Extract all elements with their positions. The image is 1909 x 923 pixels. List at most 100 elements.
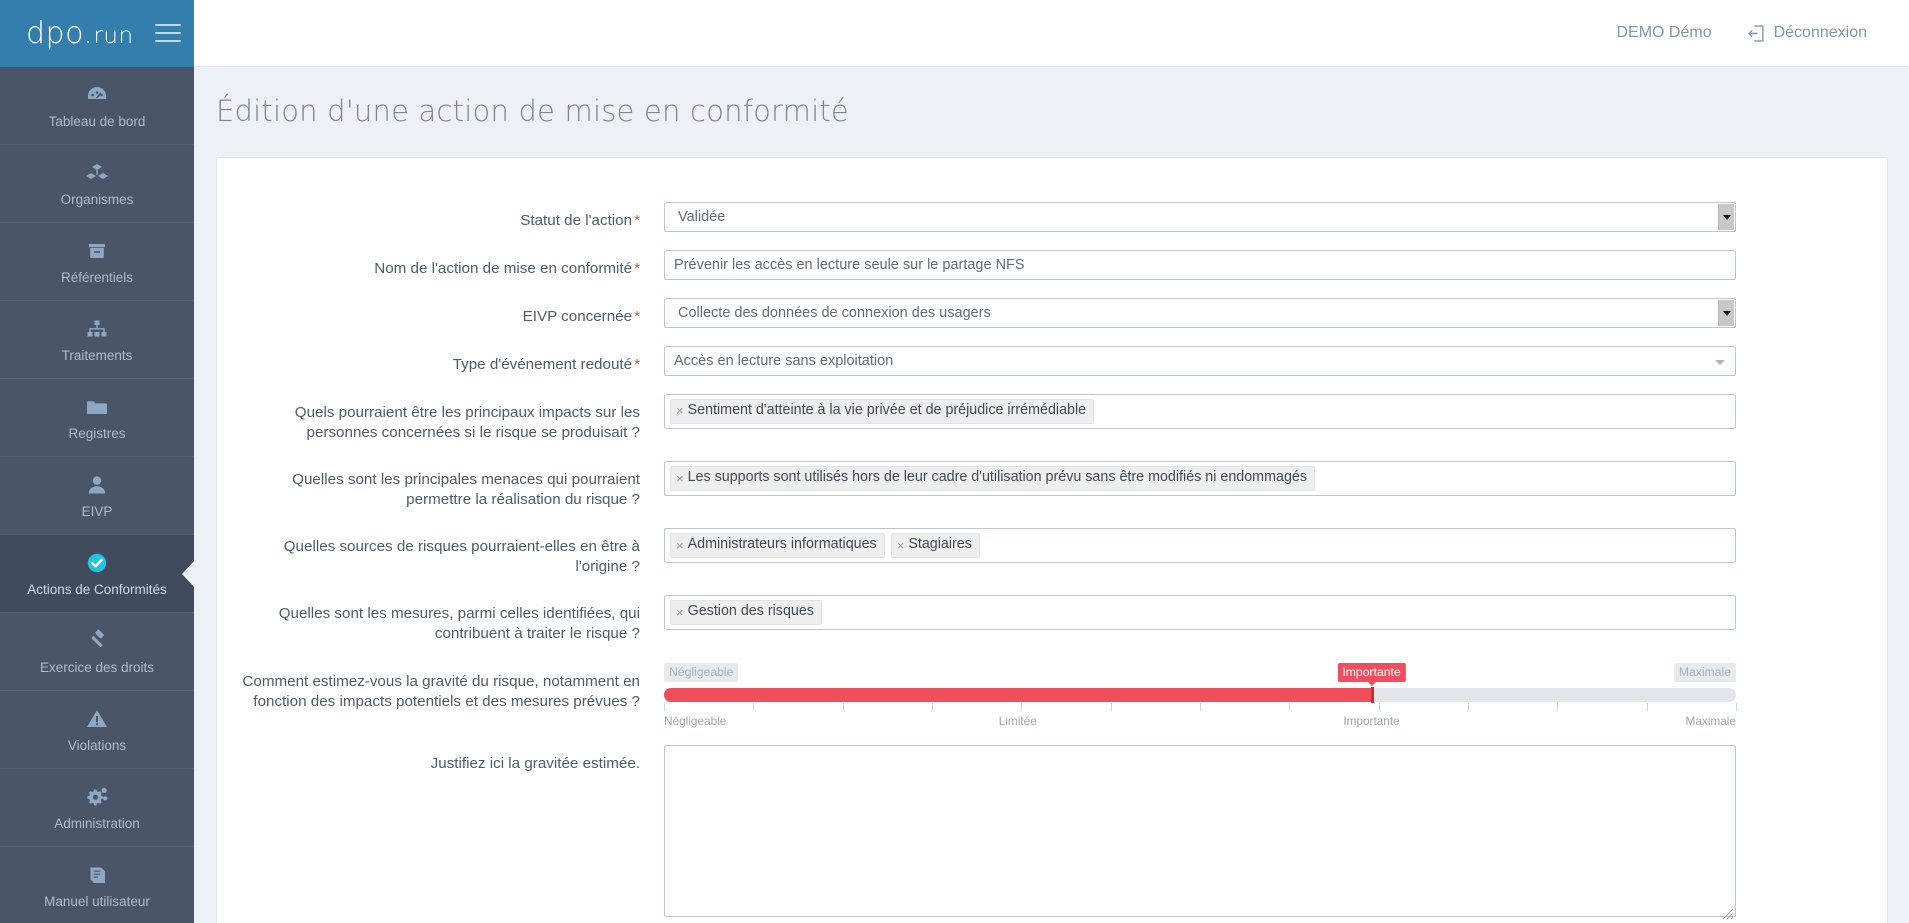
slider-tick <box>1378 702 1380 711</box>
sidebar-item-label: Tableau de bord <box>48 113 146 129</box>
app-root: dpo.run DEMO Démo Déconnexion Tableau de… <box>0 0 1909 923</box>
chip-remove-icon[interactable]: × <box>676 539 684 552</box>
chip[interactable]: × Gestion des risques <box>670 600 822 626</box>
slider-tick <box>1200 702 1201 711</box>
severity-slider-handle[interactable] <box>1370 686 1374 703</box>
form-row-measures: Quelles sont les mesures, parmi celles i… <box>239 595 1841 644</box>
top-bar: DEMO Démo Déconnexion <box>194 0 1909 67</box>
logout-icon <box>1747 24 1764 42</box>
slider-tick <box>1110 702 1112 711</box>
sidebar-item-violations[interactable]: Violations <box>0 691 194 769</box>
sidebar-nav: Tableau de bord Organismes Référentiels Tra… <box>0 67 194 923</box>
justification-textarea[interactable] <box>664 744 1736 917</box>
chevron-down-icon[interactable] <box>1718 204 1734 230</box>
threats-multiselect[interactable]: × Les supports sont utilisés hors de leur… <box>664 461 1736 496</box>
chip-remove-icon[interactable]: × <box>676 404 684 417</box>
dashboard-gauge-icon <box>84 82 110 108</box>
eivp-select[interactable]: Collecte des données de connexion des us… <box>664 298 1736 328</box>
label-threats: Quelles sont les principales menaces qui… <box>292 471 640 509</box>
logout-button[interactable]: Déconnexion <box>1747 24 1867 42</box>
sidebar-item-label: Référentiels <box>60 269 134 285</box>
severity-bound-tooltip: Maximale <box>1673 662 1736 682</box>
label-sources: Quelles sources de risques pourraient-el… <box>283 538 640 576</box>
chip[interactable]: × Les supports sont utilisés hors de leur… <box>670 466 1316 491</box>
label-justification: Justifiez ici la gravitée estimée. <box>430 754 640 772</box>
sidebar-item-r-f-rentiels[interactable]: Référentiels <box>0 223 194 301</box>
form-card: Statut de l'action * Validée Nom de l'act… <box>216 157 1888 923</box>
severity-slider-scale: Négligeable Limitée Importante Maximale <box>664 714 1736 730</box>
hamburger-bar <box>155 24 181 26</box>
action-name-input[interactable] <box>664 250 1736 280</box>
severity-slider[interactable]: Négligeable Importante Maximale Négligeabl… <box>664 662 1737 730</box>
sidebar-item-label: Manuel utilisateur <box>44 893 150 909</box>
sidebar-item-label: Exercice des droits <box>39 659 155 675</box>
sidebar-item-registres[interactable]: Registres <box>0 379 194 457</box>
active-indicator-arrow <box>182 559 194 588</box>
label-severity: Comment estimez-vous la gravité du risqu… <box>242 672 640 710</box>
severity-slider-track[interactable] <box>664 686 1736 703</box>
chip[interactable]: × Administrateurs informatiques <box>670 533 885 559</box>
sidebar-item-traitements[interactable]: Traitements <box>0 301 194 379</box>
measures-multiselect[interactable]: × Gestion des risques <box>664 595 1736 631</box>
check-circle-icon <box>84 550 110 576</box>
page-title: Édition d'une action de mise en conformi… <box>216 94 849 128</box>
event-type-select[interactable]: Accès en lecture sans exploitation <box>664 346 1736 376</box>
sidebar-item-exercice-des-droits[interactable]: Exercice des droits <box>0 613 194 691</box>
label-impacts: Quels pourraient être les principaux imp… <box>294 404 640 442</box>
required-marker: * <box>634 308 640 325</box>
form-row-name: Nom de l'action de mise en conformité * <box>239 250 1841 280</box>
archive-box-icon <box>84 238 110 264</box>
chevron-down-icon[interactable] <box>1715 360 1725 365</box>
impacts-multiselect[interactable]: × Sentiment d'atteinte à la vie privée et… <box>664 394 1736 429</box>
chip-remove-icon[interactable]: × <box>897 539 905 552</box>
hamburger-icon[interactable] <box>155 20 183 46</box>
chevron-down-icon[interactable] <box>1718 300 1734 326</box>
label-measures: Quelles sont les mesures, parmi celles i… <box>278 605 640 643</box>
main-content: Édition d'une action de mise en conformi… <box>194 67 1909 923</box>
sidebar-item-organismes[interactable]: Organismes <box>0 145 194 223</box>
sidebar-item-tableau-de-bord[interactable]: Tableau de bord <box>0 67 194 145</box>
slider-tick <box>753 702 755 711</box>
gears-icon <box>84 784 110 810</box>
severity-current-tooltip: Importante <box>1337 662 1406 682</box>
sidebar-item-label: Violations <box>67 737 127 753</box>
label-eivp-text: EIVP concernée <box>522 308 633 325</box>
sidebar-item-manuel-utilisateur[interactable]: Manuel utilisateur <box>0 847 194 923</box>
sidebar-item-eivp[interactable]: EIVP <box>0 457 194 535</box>
sidebar-item-label: EIVP <box>81 503 113 519</box>
chip-remove-icon[interactable]: × <box>676 472 684 485</box>
slider-tick <box>664 702 665 711</box>
slider-scale-label: Négligeable <box>664 713 727 728</box>
brand-suffix: run <box>93 23 134 49</box>
chip[interactable]: × Sentiment d'atteinte à la vie privée et… <box>670 399 1095 424</box>
sidebar-item-administration[interactable]: Administration <box>0 769 194 847</box>
hamburger-bar <box>155 32 181 34</box>
sources-multiselect[interactable]: × Administrateurs informatiques × Stagiaire… <box>664 528 1736 564</box>
form-row-threats: Quelles sont les principales menaces qui… <box>239 461 1841 510</box>
sidebar-item-label: Traitements <box>61 347 133 363</box>
severity-slider-ticks <box>664 702 1737 712</box>
chip-remove-icon[interactable]: × <box>676 606 684 619</box>
user-icon <box>84 472 110 498</box>
label-status: Statut de l'action * <box>239 202 664 231</box>
status-select[interactable]: Validée <box>664 202 1736 232</box>
eivp-select-value: Collecte des données de connexion des us… <box>678 305 991 321</box>
brand-name: dpo <box>26 16 84 51</box>
form-row-status: Statut de l'action * Validée <box>239 202 1841 232</box>
slider-tick <box>1557 702 1559 711</box>
cubes-icon <box>84 160 110 186</box>
form-row-event-type: Type d'événement redouté * Accès en lectu… <box>239 346 1841 376</box>
chip-label: Administrateurs informatiques <box>687 536 877 553</box>
form-row-impacts: Quels pourraient être les principaux imp… <box>239 394 1841 443</box>
sidebar-item-label: Organismes <box>60 191 134 207</box>
current-user-label: DEMO Démo <box>1616 24 1712 41</box>
slider-tick <box>1646 702 1648 711</box>
event-type-select-value: Accès en lecture sans exploitation <box>674 353 894 369</box>
severity-slider-tooltips: Négligeable Importante Maximale <box>664 662 1736 682</box>
chip[interactable]: × Stagiaires <box>890 533 980 559</box>
sidebar-item-actions-de-conformit-s[interactable]: Actions de Conformités <box>0 535 194 613</box>
sidebar-item-label: Actions de Conformités <box>27 581 167 597</box>
brand-dot: . <box>83 16 94 51</box>
required-marker: * <box>634 356 640 373</box>
slider-tick <box>842 702 844 711</box>
